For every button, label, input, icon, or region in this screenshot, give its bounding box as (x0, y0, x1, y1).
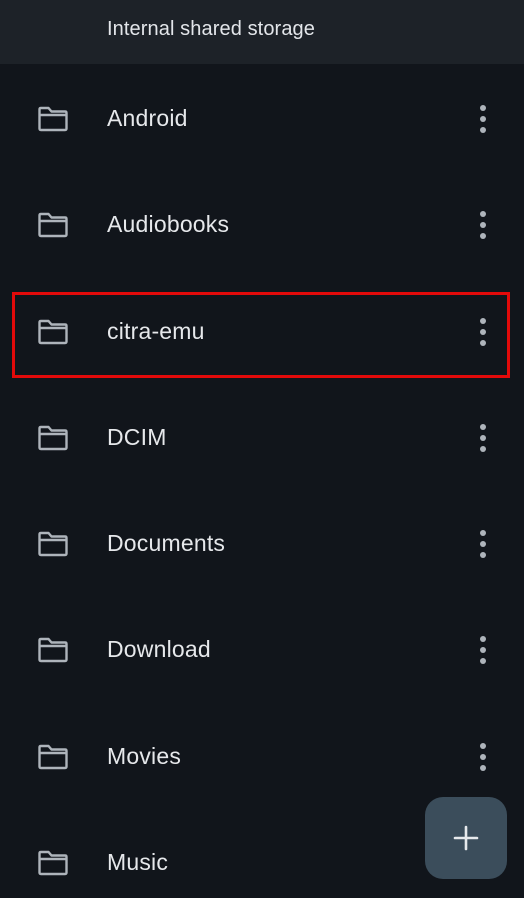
folder-icon (37, 425, 69, 451)
folder-icon (37, 319, 69, 345)
folder-icon (37, 531, 69, 557)
folder-name: Music (107, 849, 169, 876)
folder-name: citra-emu (107, 317, 205, 344)
folder-name: Documents (107, 530, 226, 557)
folder-icon (37, 106, 69, 132)
more-options-icon[interactable] (470, 633, 498, 667)
add-button[interactable] (425, 797, 507, 879)
folder-name: Download (107, 636, 211, 663)
page-title: Internal shared storage (107, 18, 315, 40)
more-options-icon[interactable] (470, 421, 498, 455)
list-item-android[interactable]: Android (0, 66, 524, 172)
more-options-icon[interactable] (470, 315, 498, 349)
folder-icon (37, 850, 69, 876)
folder-icon (37, 637, 69, 663)
folder-name: Android (107, 105, 188, 131)
more-options-icon[interactable] (470, 102, 498, 136)
folder-icon (37, 212, 69, 238)
list-item-download[interactable]: Download (0, 597, 524, 703)
plus-icon (453, 825, 479, 851)
list-item-movies[interactable]: Movies (0, 704, 524, 810)
folder-name: Movies (107, 742, 182, 769)
folder-list: Android Audiobooks citra-emu DCIM Docume… (0, 66, 524, 898)
list-item-documents[interactable]: Documents (0, 491, 524, 597)
more-options-icon[interactable] (470, 740, 498, 774)
folder-name: DCIM (107, 423, 167, 450)
more-options-icon[interactable] (470, 527, 498, 561)
list-item-dcim[interactable]: DCIM (0, 385, 524, 491)
more-options-icon[interactable] (470, 208, 498, 242)
list-item-citra-emu[interactable]: citra-emu (0, 279, 524, 385)
folder-name: Audiobooks (107, 211, 230, 238)
folder-icon (37, 744, 69, 770)
header: Internal shared storage (0, 0, 524, 64)
list-item-audiobooks[interactable]: Audiobooks (0, 172, 524, 278)
file-picker-screen: Internal shared storage Android Audioboo… (0, 0, 524, 898)
